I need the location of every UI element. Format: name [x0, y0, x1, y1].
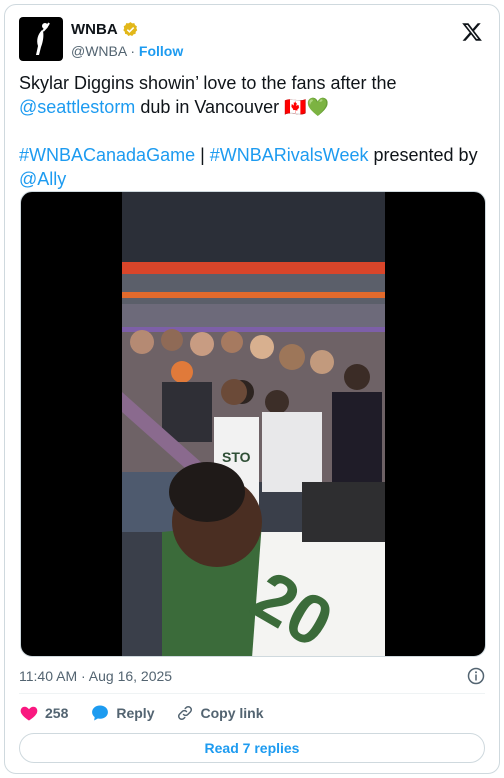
- wnba-logo-icon: [36, 22, 50, 55]
- like-button[interactable]: 258: [19, 703, 68, 723]
- jersey-letters: STO: [222, 449, 251, 465]
- handle[interactable]: @WNBA: [71, 43, 126, 59]
- tweet-header: WNBA @WNBA · Follow: [19, 17, 485, 65]
- heart-icon: [20, 706, 38, 721]
- avatar[interactable]: [19, 17, 63, 61]
- video-still-image: STO 20: [122, 192, 385, 656]
- separator-dot: ·: [130, 43, 136, 59]
- reply-bubble-icon: [92, 705, 109, 721]
- tweet-text-part: Skylar Diggins showin’ love to the fans …: [19, 73, 397, 93]
- like-count: 258: [45, 705, 69, 721]
- link-icon: [178, 705, 193, 721]
- info-icon[interactable]: [467, 667, 485, 685]
- read-replies-button[interactable]: Read 7 replies: [19, 733, 485, 763]
- hashtag-wnbarivalsweek[interactable]: #WNBARivalsWeek: [210, 145, 369, 165]
- copy-link-label: Copy link: [200, 705, 264, 721]
- tweet-text-part: presented by: [368, 145, 478, 165]
- tweet-text: Skylar Diggins showin’ love to the fans …: [19, 71, 485, 191]
- x-logo-icon[interactable]: [461, 21, 485, 45]
- pipe-separator: |: [195, 145, 210, 165]
- copy-link-button[interactable]: Copy link: [176, 704, 264, 722]
- embedded-tweet-card: WNBA @WNBA · Follow Skylar Diggins showi…: [4, 4, 500, 774]
- verified-badge-icon: [122, 21, 139, 38]
- tweet-actions: 258 Reply Copy link: [19, 703, 286, 723]
- divider: [19, 693, 485, 694]
- handle-row: @WNBA · Follow: [71, 43, 183, 59]
- reply-label: Reply: [116, 705, 155, 721]
- mention-ally[interactable]: @Ally: [19, 169, 66, 189]
- tweet-timestamp[interactable]: 11:40 AM · Aug 16, 2025: [19, 668, 172, 684]
- mention-seattlestorm[interactable]: @seattlestorm: [19, 97, 135, 117]
- hashtag-wnbacanadagame[interactable]: #WNBACanadaGame: [19, 145, 195, 165]
- display-name[interactable]: WNBA: [71, 21, 118, 38]
- video-frame[interactable]: STO 20: [122, 192, 385, 656]
- tweet-text-part: dub in Vancouver 🇨🇦💚: [135, 97, 329, 117]
- follow-button[interactable]: Follow: [139, 43, 183, 59]
- reply-button[interactable]: Reply: [90, 703, 154, 723]
- video-player[interactable]: STO 20: [20, 191, 486, 657]
